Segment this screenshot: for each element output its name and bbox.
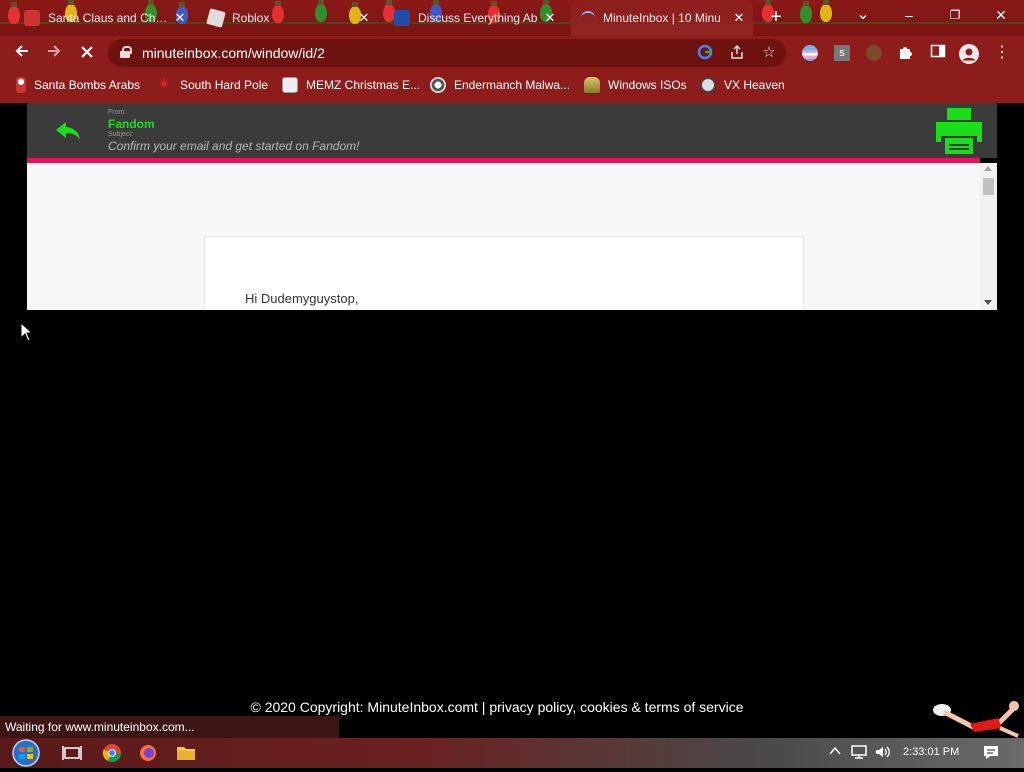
volume-icon[interactable] <box>874 744 892 763</box>
url-text[interactable]: minuteinbox.com/window/id/2 <box>142 45 325 61</box>
bookmark-item[interactable]: ✷ South Hard Pole <box>156 76 268 94</box>
email-scrollbar[interactable] <box>980 163 997 310</box>
tab-title: Discuss Everything Ab <box>418 11 538 25</box>
tab-title: Santa Claus and Christ <box>48 11 168 25</box>
side-panel-icon[interactable] <box>928 43 948 63</box>
minimize-button[interactable]: – <box>886 0 932 30</box>
tab-title: Roblox <box>232 11 270 25</box>
bookmark-label: MEMZ Christmas E... <box>306 78 421 92</box>
memz-icon <box>282 77 298 93</box>
page-footer[interactable]: © 2020 Copyright: MinuteInbox.comt | pri… <box>0 699 994 715</box>
google-lens-icon[interactable] <box>696 44 714 62</box>
loading-spinner-icon <box>581 11 595 25</box>
forward-arrow-icon <box>48 45 61 57</box>
email-body-frame: Hi Dudemyguystop, <box>27 163 997 310</box>
bookmark-label: Endermanch Malwa... <box>454 78 571 92</box>
roblox-icon <box>206 8 226 28</box>
close-tab-icon[interactable]: ✕ <box>542 10 558 26</box>
bookmark-item[interactable]: VX Heaven <box>700 76 785 94</box>
tab-minuteinbox[interactable]: MinuteInbox | 10 Minu ✕ <box>571 0 753 36</box>
more-menu-icon[interactable]: ⋮ <box>992 43 1012 63</box>
task-view-icon[interactable] <box>62 744 82 762</box>
raccoon-icon <box>430 77 446 93</box>
vx-icon <box>700 77 716 93</box>
printer-icon[interactable] <box>935 108 983 154</box>
from-label: From: <box>108 109 127 116</box>
network-icon[interactable] <box>850 744 868 763</box>
chrome-taskbar-icon[interactable] <box>102 743 124 763</box>
email-content-card: Hi Dudemyguystop, <box>204 236 804 310</box>
email-greeting: Hi Dudemyguystop, <box>245 291 359 306</box>
back-arrow-icon <box>15 45 28 57</box>
back-button[interactable] <box>10 41 34 65</box>
tab-santa-claus[interactable]: Santa Claus and Christ ✕ <box>20 0 190 36</box>
santa-tab-icon <box>24 10 40 26</box>
reply-arrow-icon[interactable] <box>55 121 81 141</box>
bookmark-label: Santa Bombs Arabs <box>34 78 141 92</box>
subject-label: Subject: <box>108 131 134 138</box>
new-tab-button[interactable]: + <box>765 7 787 28</box>
address-bar[interactable]: minuteinbox.com/window/id/2 ☆ <box>108 39 786 67</box>
close-tab-icon[interactable]: ✕ <box>731 10 747 26</box>
close-tab-icon[interactable]: ✕ <box>172 10 188 26</box>
bookmark-label: Windows ISOs <box>608 78 687 92</box>
share-icon[interactable] <box>728 44 746 62</box>
christmas-light <box>820 0 832 22</box>
taskbar-clock[interactable]: 2:33:01 PM <box>903 746 959 758</box>
red-star-icon: ✷ <box>157 76 171 93</box>
scroll-thumb[interactable] <box>983 178 994 195</box>
close-window-button[interactable]: ✕ <box>978 0 1024 30</box>
bookmark-star-icon[interactable]: ☆ <box>760 44 778 62</box>
bookmark-item[interactable]: Endermanch Malwa... <box>430 76 570 94</box>
browser-toolbar: minuteinbox.com/window/id/2 ☆ s ⋮ <box>0 36 1024 70</box>
close-icon <box>81 46 93 58</box>
santa-icon <box>16 77 26 93</box>
mail-header: From: Fandom Subject: Confirm your email… <box>27 103 997 158</box>
forward-button[interactable] <box>42 41 66 65</box>
flag-extension-icon[interactable] <box>800 43 820 63</box>
status-bubble: Waiting for www.minuteinbox.com... <box>0 716 339 738</box>
bookmark-item[interactable]: Santa Bombs Arabs <box>16 76 140 94</box>
sender-name: Fandom <box>108 117 155 131</box>
restore-button[interactable]: ❐ <box>932 0 978 30</box>
s-extension-icon[interactable]: s <box>832 43 852 63</box>
tab-roblox[interactable]: Roblox ✕ <box>206 0 378 36</box>
tab-discuss-everything[interactable]: Discuss Everything Ab ✕ <box>394 0 564 36</box>
firefox-taskbar-icon[interactable] <box>138 744 158 762</box>
dinosaur-icon <box>584 77 600 93</box>
bookmark-label: VX Heaven <box>724 78 785 92</box>
stop-loading-button[interactable] <box>75 41 99 65</box>
scroll-down-arrow-icon[interactable] <box>984 300 992 305</box>
tab-strip: Santa Claus and Christ ✕ Roblox ✕ Discus… <box>0 0 1024 36</box>
action-center-icon[interactable] <box>982 744 1000 763</box>
windows-taskbar: 2:33:01 PM <box>0 738 1024 768</box>
christmas-light <box>8 2 20 24</box>
scroll-up-arrow-icon[interactable] <box>984 166 992 171</box>
mouse-cursor-icon <box>20 321 34 342</box>
lock-icon <box>120 46 132 58</box>
extensions-puzzle-icon[interactable] <box>896 43 916 63</box>
bookmark-item[interactable]: MEMZ Christmas E... <box>282 76 420 94</box>
bookmark-label: South Hard Pole <box>180 78 269 92</box>
start-button[interactable] <box>8 739 44 767</box>
tab-search-button[interactable]: ⌄ <box>840 0 886 30</box>
show-hidden-icons-icon[interactable] <box>828 744 842 761</box>
profile-avatar-icon[interactable] <box>958 43 979 64</box>
email-subject: Confirm your email and get started on Fa… <box>108 139 360 153</box>
bookmark-item[interactable]: Windows ISOs <box>584 76 687 94</box>
dancer-sprite <box>930 698 1020 738</box>
forum-icon <box>394 10 410 26</box>
avatar-extension-icon[interactable] <box>864 43 884 63</box>
bookmarks-bar: Santa Bombs Arabs ✷ South Hard Pole MEMZ… <box>0 70 1024 100</box>
close-tab-icon[interactable]: ✕ <box>356 10 372 26</box>
tab-title: MinuteInbox | 10 Minu <box>603 11 721 25</box>
christmas-light <box>800 1 812 23</box>
file-explorer-icon[interactable] <box>176 744 196 762</box>
